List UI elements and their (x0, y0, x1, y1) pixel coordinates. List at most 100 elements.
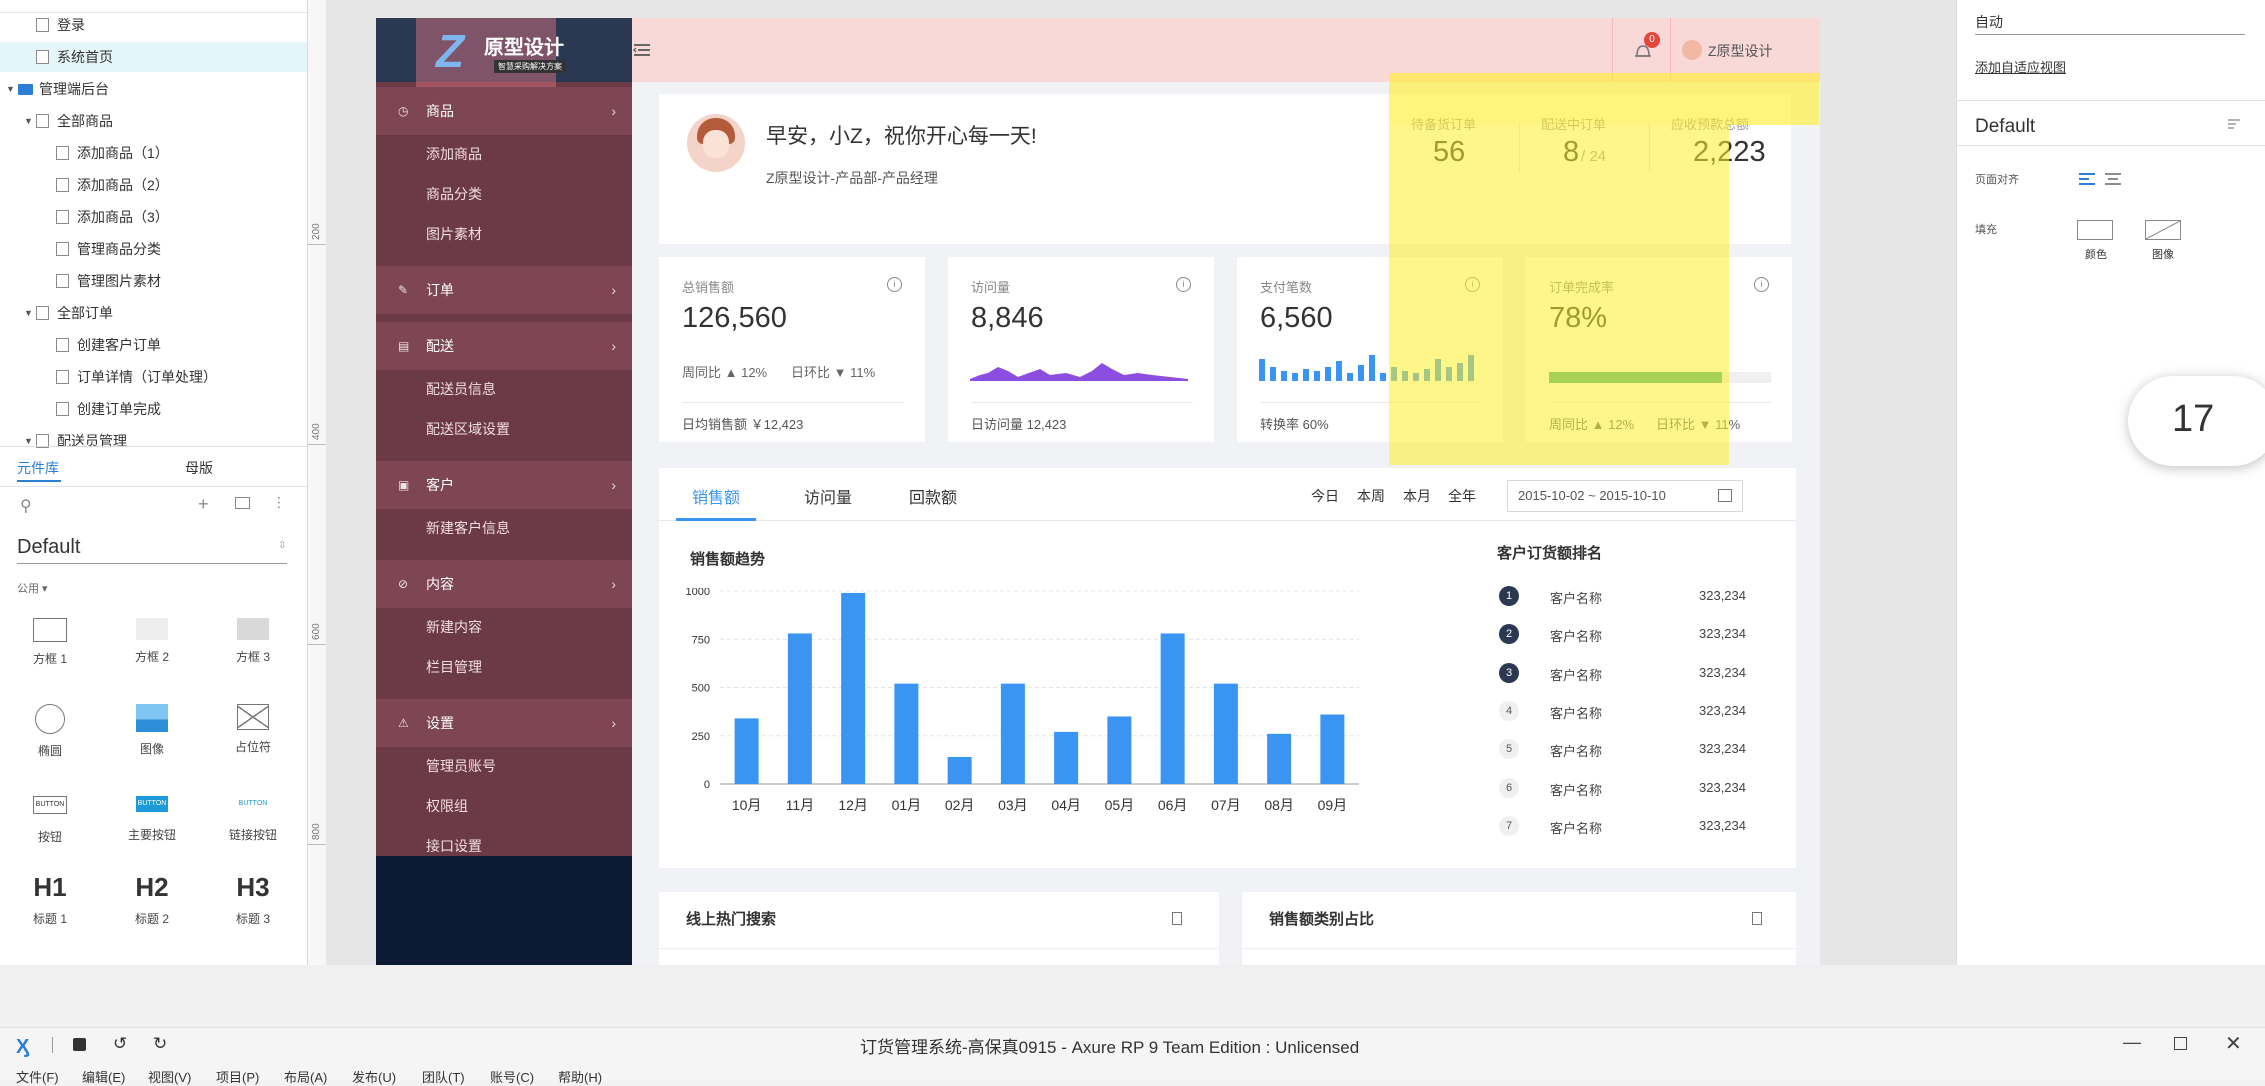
page-item[interactable]: ▼ 管理端后台 (0, 74, 307, 104)
page-item[interactable]: 系统首页 (0, 42, 307, 72)
menu-7[interactable]: 账号(C) (490, 1067, 534, 1086)
component-item[interactable]: 方框 3 (218, 618, 288, 665)
bar[interactable] (1160, 633, 1185, 784)
menu-group-5[interactable]: ⚠ 设置 › (376, 699, 632, 747)
close-icon[interactable]: ✕ (2225, 1031, 2242, 1056)
info-icon[interactable]: i (1176, 277, 1191, 292)
menu-subitem[interactable]: 配送员信息 (426, 379, 496, 399)
page-item[interactable]: 管理图片素材 (0, 266, 307, 296)
bar[interactable] (734, 718, 759, 784)
page-item[interactable]: 添加商品（3） (0, 202, 307, 232)
menu-subitem[interactable]: 栏目管理 (426, 657, 482, 677)
menu-2[interactable]: 视图(V) (148, 1067, 191, 1086)
chevron-down-icon[interactable]: ▼ (24, 298, 33, 328)
page-item[interactable]: ▼ 全部订单 (0, 298, 307, 328)
range-1[interactable]: 本周 (1357, 486, 1385, 506)
component-item[interactable]: 方框 1 (15, 618, 85, 667)
tab-masters[interactable]: 母版 (185, 458, 213, 478)
component-item[interactable]: 椭圆 (15, 704, 85, 759)
bar[interactable] (1213, 683, 1238, 784)
undo-icon[interactable]: ↺ (113, 1034, 127, 1054)
tab-0[interactable]: 销售额 (692, 484, 740, 508)
menu-subitem[interactable]: 配送区域设置 (426, 419, 510, 439)
more-icon[interactable]: ⋮ (272, 494, 286, 511)
component-item[interactable]: 占位符 (218, 704, 288, 755)
info-icon[interactable]: i (1754, 277, 1769, 292)
page-item[interactable]: 创建订单完成 (0, 394, 307, 424)
bar[interactable] (1320, 714, 1345, 784)
menu-0[interactable]: 文件(F) (16, 1067, 59, 1086)
menu-5[interactable]: 发布(U) (352, 1067, 396, 1086)
component-item[interactable]: H3 标题 3 (218, 872, 288, 927)
minimize-icon[interactable]: — (2123, 1032, 2141, 1053)
component-item[interactable]: BUTTON 主要按钮 (117, 790, 187, 843)
bar[interactable] (841, 592, 866, 784)
page-item[interactable]: 添加商品（2） (0, 170, 307, 200)
menu-group-4[interactable]: ⊘ 内容 › (376, 560, 632, 608)
library-select[interactable]: Default (17, 536, 80, 559)
menu-subitem[interactable]: 新建内容 (426, 617, 482, 637)
bar[interactable] (1000, 683, 1025, 784)
add-adaptive-view-link[interactable]: 添加自适应视图 (1975, 57, 2066, 76)
menu-6[interactable]: 团队(T) (422, 1067, 465, 1086)
menu-subitem[interactable]: 管理员账号 (426, 756, 496, 776)
chevron-down-icon[interactable]: ▼ (24, 106, 33, 136)
user-name[interactable]: Z原型设计 (1708, 41, 1773, 61)
tab-1[interactable]: 访问量 (804, 484, 852, 508)
component-item[interactable]: BUTTON 按钮 (15, 790, 85, 845)
save-icon[interactable] (73, 1038, 86, 1051)
add-library-icon[interactable]: + (198, 494, 209, 515)
chevron-down-icon[interactable]: ▼ (24, 426, 33, 456)
more-icon[interactable] (1172, 912, 1182, 925)
align-left-icon[interactable] (2079, 172, 2095, 186)
menu-1[interactable]: 编辑(E) (82, 1067, 125, 1086)
menu-subitem[interactable]: 图片素材 (426, 224, 482, 244)
component-item[interactable]: 图像 (117, 704, 187, 757)
menu-subitem[interactable]: 权限组 (426, 796, 468, 816)
page-item[interactable]: ▼ 全部商品 (0, 106, 307, 136)
component-item[interactable]: H1 标题 1 (15, 872, 85, 927)
avatar[interactable] (1682, 40, 1702, 60)
page-item[interactable]: ▼ 配送员管理 (0, 426, 307, 456)
align-center-icon[interactable] (2105, 172, 2121, 186)
category-label[interactable]: 公用 ▾ (17, 580, 48, 596)
page-item[interactable]: 创建客户订单 (0, 330, 307, 360)
component-item[interactable]: BUTTON 链接按钮 (218, 790, 288, 843)
bar[interactable] (1267, 733, 1292, 784)
page-item[interactable]: 管理商品分类 (0, 234, 307, 264)
bar[interactable] (1054, 731, 1079, 784)
search-icon[interactable]: ⚲ (20, 496, 32, 516)
page-item[interactable]: 登录 (0, 10, 307, 40)
date-range-picker[interactable]: 2015-10-02 ~ 2015-10-10 (1507, 480, 1743, 512)
info-icon[interactable]: i (887, 277, 902, 292)
menu-8[interactable]: 帮助(H) (558, 1067, 602, 1086)
chevron-down-icon[interactable]: ▼ (6, 74, 15, 104)
bar[interactable] (1107, 716, 1132, 784)
menu-group-2[interactable]: ▤ 配送 › (376, 322, 632, 370)
copy-icon[interactable] (235, 497, 250, 509)
chevron-down-icon[interactable]: ⇳ (278, 540, 286, 551)
tab-2[interactable]: 回款额 (909, 484, 957, 508)
redo-icon[interactable]: ↻ (153, 1034, 167, 1054)
floating-page-number[interactable]: 17 (2128, 376, 2265, 466)
style-edit-icon[interactable] (2227, 118, 2241, 132)
menu-group-1[interactable]: ✎ 订单 › (376, 266, 632, 314)
menu-subitem[interactable]: 添加商品 (426, 144, 482, 164)
style-name[interactable]: Default (1975, 116, 2035, 138)
page-item[interactable]: 订单详情（订单处理） (0, 362, 307, 392)
component-item[interactable]: 方框 2 (117, 618, 187, 665)
menu-4[interactable]: 布局(A) (284, 1067, 327, 1086)
menu-toggle-icon[interactable] (632, 40, 652, 60)
menu-group-0[interactable]: ◷ 商品 › (376, 87, 632, 135)
calendar-icon[interactable] (1718, 489, 1732, 502)
fill-color-swatch[interactable] (2077, 220, 2113, 240)
range-0[interactable]: 今日 (1311, 486, 1339, 506)
fill-image-swatch[interactable] (2145, 220, 2181, 240)
menu-group-3[interactable]: ▣ 客户 › (376, 461, 632, 509)
range-2[interactable]: 本月 (1403, 486, 1431, 506)
menu-subitem[interactable]: 接口设置 (426, 836, 482, 856)
range-3[interactable]: 全年 (1448, 486, 1476, 506)
bar[interactable] (894, 683, 919, 784)
menu-subitem[interactable]: 商品分类 (426, 184, 482, 204)
component-item[interactable]: H2 标题 2 (117, 872, 187, 927)
